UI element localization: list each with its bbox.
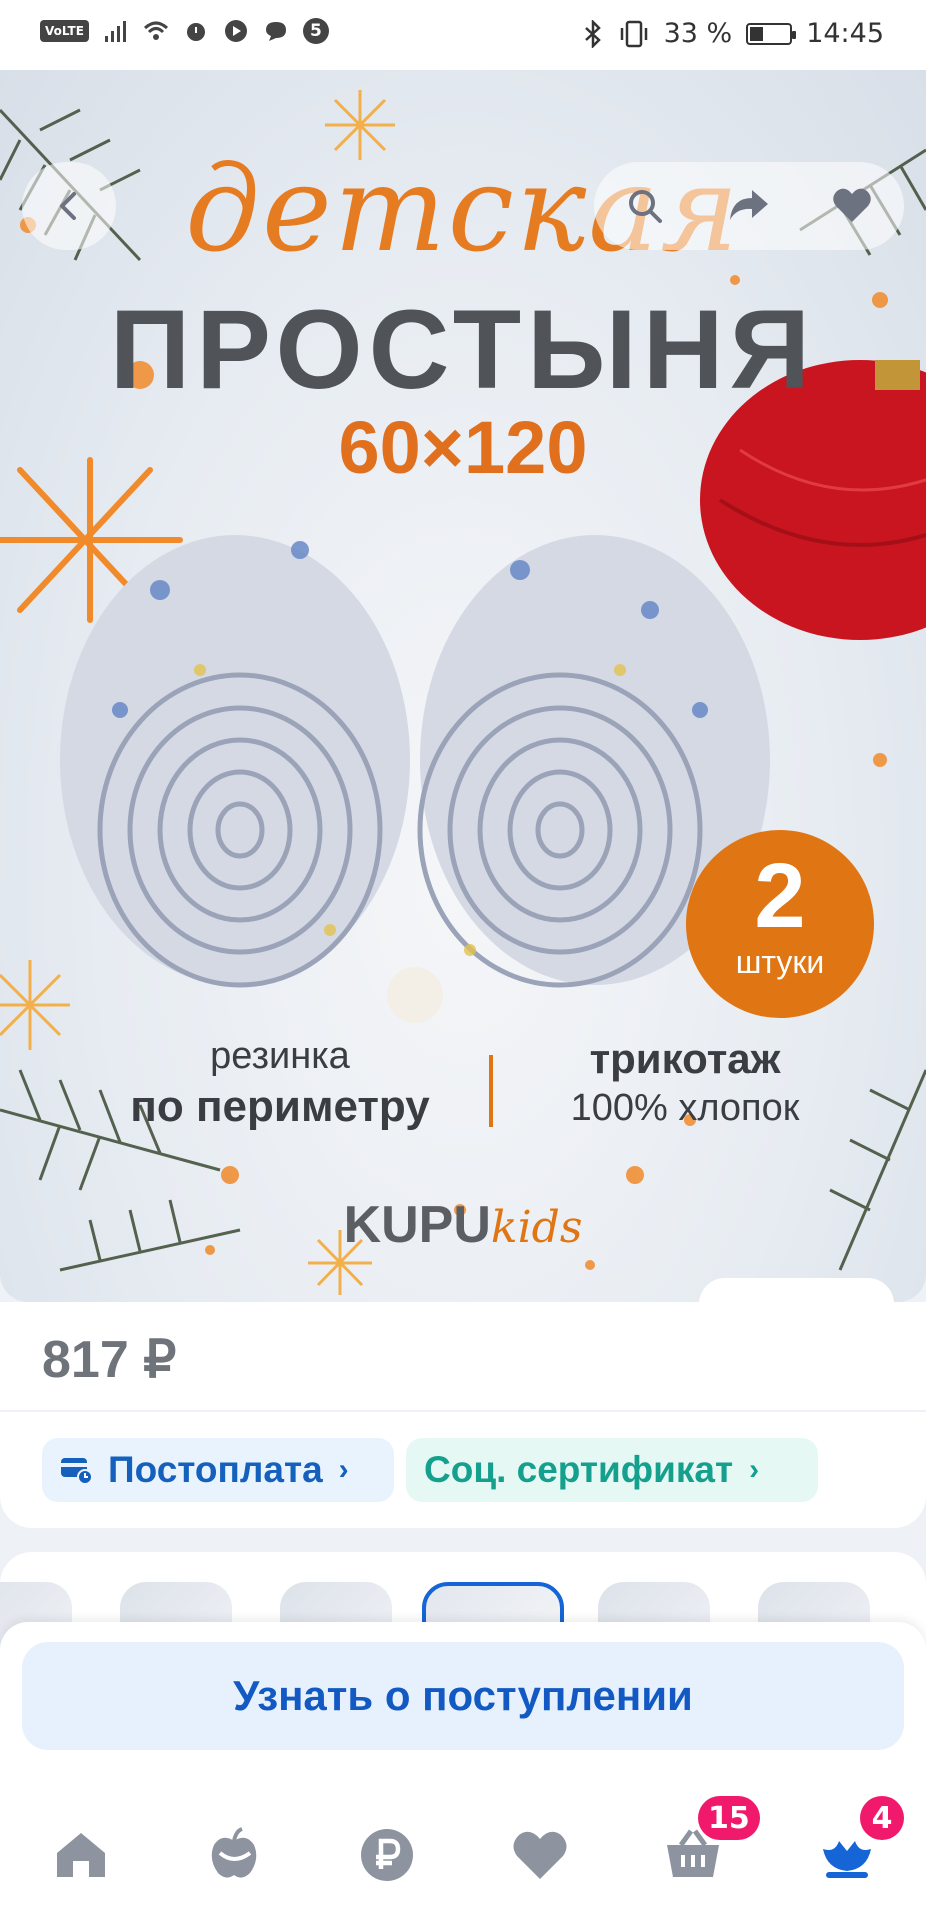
profile-badge: 4	[860, 1796, 904, 1840]
battery-percent: 33 %	[663, 18, 733, 49]
feature-elastic: резинка по периметру	[95, 1035, 465, 1132]
card-clock-icon	[60, 1455, 94, 1485]
notify-panel: Узнать о поступлении	[0, 1622, 926, 1780]
play-icon	[224, 20, 247, 42]
ruble-icon	[361, 1829, 413, 1881]
chevron-left-icon	[60, 192, 76, 220]
heart-icon	[513, 1831, 567, 1879]
notify-arrival-button[interactable]: Узнать о поступлении	[22, 1642, 904, 1750]
nav-favorites[interactable]	[505, 1820, 575, 1890]
volte-indicator: VoLTE	[40, 20, 89, 42]
hero-size: 60×120	[338, 406, 588, 489]
postpay-label: Постоплата	[108, 1449, 323, 1490]
product-price: 817 ₽	[42, 1331, 177, 1389]
social-certificate-label: Соц. сертификат	[424, 1449, 734, 1490]
catalog-apple-icon	[211, 1827, 257, 1878]
similar-button[interactable]: Похожие	[699, 1278, 894, 1302]
image-actions	[594, 162, 904, 250]
signal-icon	[104, 21, 126, 42]
alarm-icon	[186, 23, 205, 41]
notification-count-icon: 5	[302, 18, 329, 44]
home-icon	[57, 1833, 105, 1877]
chevron-right-icon: ›	[338, 1453, 349, 1486]
brand-logo-main: KUPU	[343, 1196, 491, 1254]
cart-count-badge: 15	[698, 1796, 760, 1840]
share-icon[interactable]	[726, 186, 770, 226]
chevron-right-icon: ›	[749, 1453, 760, 1486]
postpay-chip[interactable]: Постоплата ›	[42, 1438, 394, 1502]
wifi-icon	[143, 21, 168, 40]
nav-finance[interactable]	[352, 1820, 422, 1890]
product-image[interactable]: детская ПРОСТЫНЯ 60×120 2 штуки резинка …	[0, 70, 926, 1302]
badge-number: 2	[754, 845, 806, 947]
feature-elastic-line2: по периметру	[130, 1082, 430, 1131]
quantity-badge: 2 штуки	[686, 830, 874, 1018]
bluetooth-icon	[584, 19, 601, 48]
status-bar: VoLTE 5 33 % 14:45	[0, 0, 926, 70]
social-certificate-chip[interactable]: Соц. сертификат ›	[406, 1438, 818, 1502]
search-icon[interactable]	[625, 186, 665, 226]
feature-fabric-line2: 100% хлопок	[570, 1087, 800, 1129]
hero-title-main: ПРОСТЫНЯ	[109, 287, 817, 412]
vibrate-icon	[620, 20, 647, 47]
back-button[interactable]	[22, 162, 116, 250]
feature-elastic-line1: резинка	[210, 1035, 350, 1077]
clock: 14:45	[806, 18, 884, 49]
message-icon	[265, 22, 286, 41]
brand-logo: KUPUkids	[0, 1195, 926, 1255]
brand-logo-kids: kids	[490, 1202, 583, 1253]
battery-icon	[746, 22, 797, 45]
feature-divider	[489, 1055, 493, 1127]
payment-options: Постоплата › Соц. сертификат ›	[0, 1412, 926, 1528]
price-section: 817 ₽	[0, 1302, 926, 1410]
feature-fabric-line1: трикотаж	[589, 1035, 781, 1082]
badge-unit: штуки	[735, 944, 825, 980]
feature-fabric: трикотаж 100% хлопок	[520, 1035, 850, 1130]
bottom-navigation: 15 4	[0, 1780, 926, 1920]
nav-home[interactable]	[46, 1820, 116, 1890]
nav-catalog[interactable]	[199, 1820, 269, 1890]
heart-icon[interactable]	[831, 186, 873, 226]
